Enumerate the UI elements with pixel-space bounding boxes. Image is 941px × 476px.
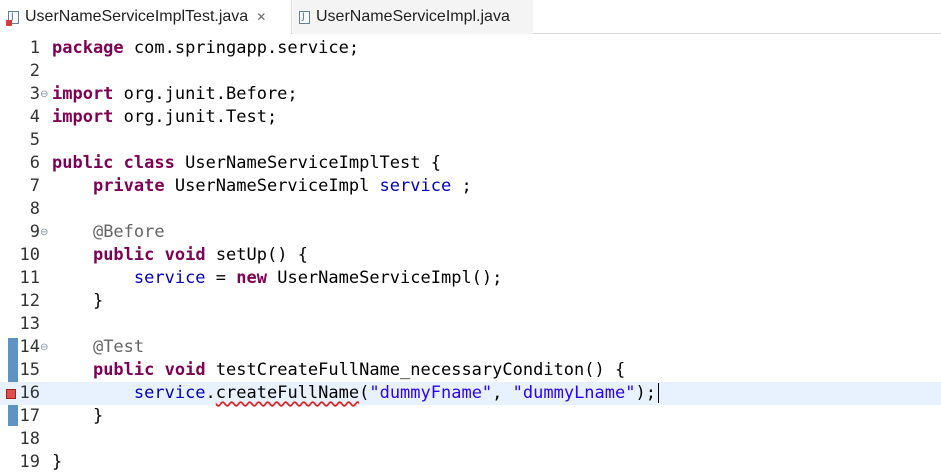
code-line: 17 }	[0, 405, 941, 428]
code-line: 19 }	[0, 451, 941, 474]
code-line: 2	[0, 60, 941, 83]
code-text: @Before	[92, 222, 165, 242]
code-line: 10 public void setUp() {	[0, 244, 941, 267]
fold-collapse-icon[interactable]: ⊖	[40, 336, 48, 359]
code-text: import org.junit.Before;	[52, 84, 298, 104]
line-number: 9	[29, 222, 40, 242]
line-number: 14	[19, 337, 40, 357]
line-number: 3	[29, 84, 40, 104]
tab-label: UserNameServiceImpl.java	[316, 8, 510, 25]
code-line: 11 service = new UserNameServiceImpl();	[0, 267, 941, 290]
code-line: 5	[0, 129, 941, 152]
code-text: public void testCreateFullName_necessary…	[92, 360, 626, 380]
line-number: 18	[19, 429, 40, 449]
line-number: 5	[29, 130, 40, 150]
line-number: 19	[19, 452, 40, 472]
code-editor[interactable]: 1 package com.springapp.service; 2 3 ⊖ i…	[0, 34, 941, 476]
code-line: 13	[0, 313, 941, 336]
editor-tab-bar: J UserNameServiceImplTest.java ✕ J UserN…	[0, 0, 941, 34]
fold-collapse-icon[interactable]: ⊖	[40, 221, 48, 244]
code-line: 3 ⊖ import org.junit.Before;	[0, 83, 941, 106]
code-line: 1 package com.springapp.service;	[0, 37, 941, 60]
code-line-current[interactable]: 16 service.createFullName("dummyFname", …	[0, 382, 941, 405]
tab-usernameserviceimpltest[interactable]: J UserNameServiceImplTest.java ✕	[0, 0, 292, 34]
java-file-icon: J	[299, 10, 310, 24]
line-number: 8	[29, 199, 40, 219]
tab-usernameserviceimpl[interactable]: J UserNameServiceImpl.java	[293, 0, 533, 34]
line-number: 2	[29, 61, 40, 81]
code-text: package com.springapp.service;	[52, 38, 360, 58]
fold-collapse-icon[interactable]: ⊖	[40, 83, 48, 106]
code-line: 6 public class UserNameServiceImplTest {	[0, 152, 941, 175]
error-marker-icon[interactable]	[6, 389, 16, 399]
code-line: 15 public void testCreateFullName_necess…	[0, 359, 941, 382]
line-number: 12	[19, 291, 40, 311]
code-text: public void setUp() {	[92, 245, 308, 265]
error-underline: createFullName	[215, 383, 360, 403]
code-line: 9 ⊖ @Before	[0, 221, 941, 244]
code-text: service.createFullName("dummyFname", "du…	[52, 382, 659, 405]
code-line: 7 private UserNameServiceImpl service ;	[0, 175, 941, 198]
java-file-error-icon: J	[6, 10, 19, 26]
line-number: 6	[29, 153, 40, 173]
code-text: service = new UserNameServiceImpl();	[133, 268, 503, 288]
code-text: public class UserNameServiceImplTest {	[52, 153, 441, 173]
line-number: 1	[29, 38, 40, 58]
tab-label: UserNameServiceImplTest.java	[25, 8, 249, 25]
line-number: 17	[19, 406, 40, 426]
code-text: }	[92, 406, 104, 426]
code-line: 14 ⊖ @Test	[0, 336, 941, 359]
code-text: import org.junit.Test;	[52, 107, 278, 127]
code-line: 4 import org.junit.Test;	[0, 106, 941, 129]
code-line: 18	[0, 428, 941, 451]
code-text: private UserNameServiceImpl service ;	[92, 176, 472, 196]
code-line: 12 }	[0, 290, 941, 313]
code-text: @Test	[92, 337, 145, 357]
line-number: 7	[29, 176, 40, 196]
line-number: 13	[19, 314, 40, 334]
code-line: 8	[0, 198, 941, 221]
line-number: 10	[19, 245, 40, 265]
line-number: 11	[19, 268, 40, 288]
close-icon[interactable]: ✕	[256, 10, 266, 24]
text-caret	[657, 383, 659, 403]
line-number: 4	[29, 107, 40, 127]
code-text: }	[92, 291, 104, 311]
code-text: }	[52, 452, 63, 472]
line-number: 15	[19, 360, 40, 380]
